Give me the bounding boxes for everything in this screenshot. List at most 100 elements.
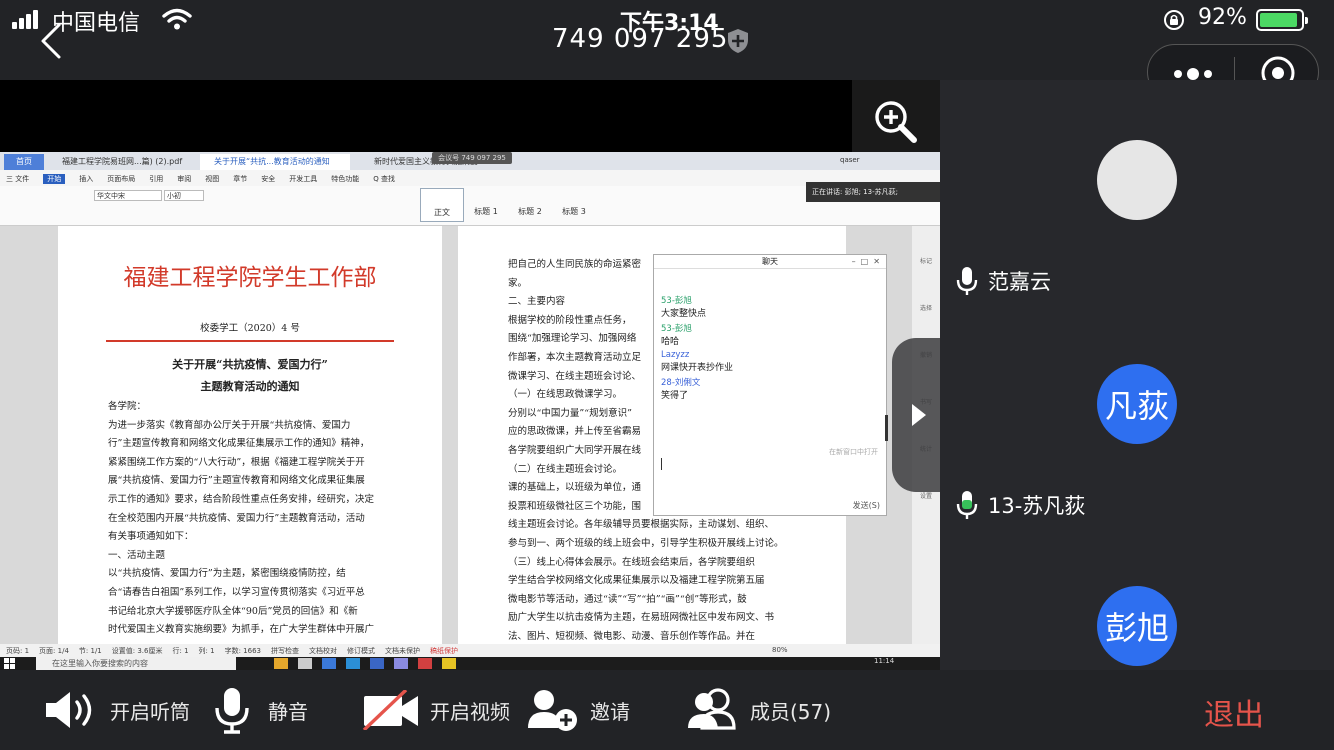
writer-icon[interactable] bbox=[370, 658, 384, 669]
zoom-button[interactable] bbox=[852, 80, 940, 152]
status-protect: 文档未保护 bbox=[384, 647, 420, 655]
status-sec: 节: 1/1 bbox=[78, 647, 102, 655]
style-gallery: 正文 标题 1 标题 2 标题 3 bbox=[420, 188, 610, 222]
menu-item[interactable]: 插入 bbox=[79, 174, 93, 184]
style-heading-1[interactable]: 标题 1 bbox=[464, 188, 508, 222]
chat-open-window[interactable]: 在新窗口中打开 bbox=[829, 447, 878, 457]
menu-item[interactable]: 开始 bbox=[43, 174, 66, 184]
tab-pdf[interactable]: 福建工程学院易班网...篇) (2).pdf bbox=[50, 154, 198, 170]
tab-notice[interactable]: 关于开展“共抗...教育活动的通知 bbox=[200, 154, 350, 170]
speaker-button[interactable]: 开启听筒 bbox=[44, 690, 190, 730]
speaking-notice: 正在讲话: 彭旭; 13-苏凡荻; bbox=[806, 182, 940, 202]
font-size-select[interactable]: 小初 bbox=[164, 190, 204, 201]
red-rule bbox=[106, 340, 394, 342]
status-pos: 设置值: 3.6厘米 bbox=[111, 647, 163, 655]
speaker-icon bbox=[46, 692, 92, 728]
side-tool[interactable]: 标记 bbox=[912, 256, 940, 265]
battery-icon bbox=[1256, 9, 1308, 31]
status-section: 页面: 1/4 bbox=[39, 647, 69, 655]
participant-label-2: 13-苏凡荻 bbox=[956, 490, 1085, 520]
security-shield-icon[interactable] bbox=[726, 28, 750, 54]
doc-line: 一、活动主题 bbox=[108, 549, 166, 561]
font-name-select[interactable]: 华文中宋 bbox=[94, 190, 162, 201]
camera-off-icon bbox=[362, 690, 418, 730]
style-heading-3[interactable]: 标题 3 bbox=[552, 188, 596, 222]
edge-icon[interactable] bbox=[346, 658, 360, 669]
chat-send-button[interactable]: 发送(S) bbox=[853, 500, 880, 511]
menu-item[interactable]: 页面布局 bbox=[107, 174, 135, 184]
participant-name-1: 范嘉云 bbox=[988, 270, 1051, 294]
status-col: 列: 1 bbox=[198, 647, 215, 655]
menu-item[interactable]: 开发工具 bbox=[289, 174, 317, 184]
app-icon[interactable] bbox=[298, 658, 312, 669]
carrier-label: 中国电信 bbox=[52, 11, 141, 36]
menu-item[interactable]: 特色功能 bbox=[331, 174, 359, 184]
status-words: 字数: 1663 bbox=[224, 647, 261, 655]
doc-line: 参与到一、两个班级的线上班会中，引导学生积极开展线上讨论。 bbox=[508, 537, 784, 549]
play-arrow-icon bbox=[912, 404, 926, 426]
browser-icon[interactable] bbox=[322, 658, 336, 669]
taskbar-search-input[interactable]: 在这里输入你要搜索的内容 bbox=[36, 657, 236, 670]
menu-item[interactable]: 视图 bbox=[205, 174, 219, 184]
mute-button[interactable]: 静音 bbox=[214, 686, 308, 734]
chat-sender: Lazyzz bbox=[661, 350, 690, 360]
doc-line: 以“共抗疫情、爱国力行”为主题，紧密围绕疫情防控，结 bbox=[108, 568, 346, 580]
mute-label: 静音 bbox=[268, 699, 308, 724]
doc-number: 校委学工（2020）4 号 bbox=[200, 323, 300, 334]
more-icon[interactable] bbox=[1174, 68, 1214, 80]
style-heading-2[interactable]: 标题 2 bbox=[508, 188, 552, 222]
page-left-body: 各学院： 为进一步落实《教育部办公厅关于开展“共抗疫情、爱国力 行”主题宣传教育和… bbox=[108, 398, 398, 640]
tab-home[interactable]: 首页 bbox=[4, 154, 44, 170]
chat-message: 网课快开表抄作业 bbox=[661, 363, 734, 373]
menu-item[interactable]: 章节 bbox=[233, 174, 247, 184]
chat-sender: 53-彭旭 bbox=[661, 296, 692, 306]
chat-message: 大家整快点 bbox=[661, 309, 707, 319]
wps-status-bar: 页码: 1 页面: 1/4 节: 1/1 设置值: 3.6厘米 行: 1 列: 1 字数: … bbox=[0, 644, 940, 657]
chat-scrollbar[interactable] bbox=[885, 415, 888, 441]
taskbar-clock: 11:14 bbox=[874, 657, 895, 665]
side-tool[interactable]: 设置 bbox=[912, 491, 940, 500]
doc-line: 各学院： bbox=[108, 401, 147, 412]
doc-line: 学生结合学校网络文化成果征集展示以及福建工程学院第五届 bbox=[508, 575, 765, 587]
mic-icon bbox=[956, 267, 978, 295]
speaker-label: 开启听筒 bbox=[110, 699, 190, 724]
chrome-icon[interactable] bbox=[442, 658, 456, 669]
side-panel-toggle[interactable] bbox=[892, 338, 940, 492]
exit-button[interactable]: 退出 bbox=[1204, 690, 1264, 734]
status-help: 稿纸保护 bbox=[429, 647, 458, 655]
menu-item[interactable]: 审阅 bbox=[177, 174, 191, 184]
doc-line: （三）线上心得体会展示。在线班会结束后，各学院要组织 bbox=[508, 556, 756, 568]
taskbar-apps bbox=[274, 658, 456, 669]
windows-start-icon[interactable] bbox=[4, 658, 15, 669]
video-button[interactable]: 开启视频 bbox=[362, 690, 510, 730]
side-tool[interactable]: 选择 bbox=[912, 303, 940, 312]
participant-avatar-1[interactable] bbox=[1097, 140, 1177, 220]
meeting-id: 749 097 295 bbox=[552, 24, 729, 54]
signal-icon bbox=[12, 10, 40, 30]
invite-label: 邀请 bbox=[590, 699, 630, 724]
store-icon[interactable] bbox=[394, 658, 408, 669]
status-row: 行: 1 bbox=[172, 647, 189, 655]
participant-avatar-3[interactable]: 彭旭 bbox=[1097, 586, 1177, 666]
doc-line: 微电影节等活动，通过“读”“写”“拍”“画”“创”等形式，鼓 bbox=[508, 593, 747, 605]
bottom-toolbar: 开启听筒 静音 开启视频 邀请 成员(57) 退出 bbox=[0, 670, 1334, 750]
doc-line: 书记给北京大学援鄂医疗队全体“90后”党员的回信》和《新 bbox=[108, 605, 358, 617]
menu-item[interactable]: Q 查找 bbox=[373, 174, 395, 184]
menu-item[interactable]: 引用 bbox=[149, 174, 163, 184]
wps-icon[interactable] bbox=[418, 658, 432, 669]
doc-line: 紧紧围绕工作方案的“八大行动”，根据《福建工程学院关于开 bbox=[108, 456, 365, 468]
meeting-badge: 会议号 749 097 295 bbox=[432, 152, 512, 164]
menu-item[interactable]: 三 文件 bbox=[6, 174, 29, 184]
document-tab-bar: 首页 福建工程学院易班网...篇) (2).pdf 关于开展“共抗...教育活动… bbox=[0, 152, 940, 170]
invite-button[interactable]: 邀请 bbox=[526, 688, 630, 732]
doc-line: 时代爱国主义教育实施纲要》为抓手，在广大学生群体中开展广 bbox=[108, 624, 375, 636]
back-chevron-icon[interactable] bbox=[38, 22, 64, 60]
explorer-icon[interactable] bbox=[274, 658, 288, 669]
chat-window-controls[interactable]: – □ ✕ bbox=[852, 257, 880, 266]
members-button[interactable]: 成员(57) bbox=[686, 688, 831, 732]
status-spell: 拼写检查 bbox=[270, 647, 299, 655]
windows-taskbar: 在这里输入你要搜索的内容 11:14 bbox=[0, 657, 940, 670]
style-normal[interactable]: 正文 bbox=[420, 188, 464, 222]
menu-item[interactable]: 安全 bbox=[261, 174, 275, 184]
participant-avatar-2[interactable]: 凡荻 bbox=[1097, 364, 1177, 444]
